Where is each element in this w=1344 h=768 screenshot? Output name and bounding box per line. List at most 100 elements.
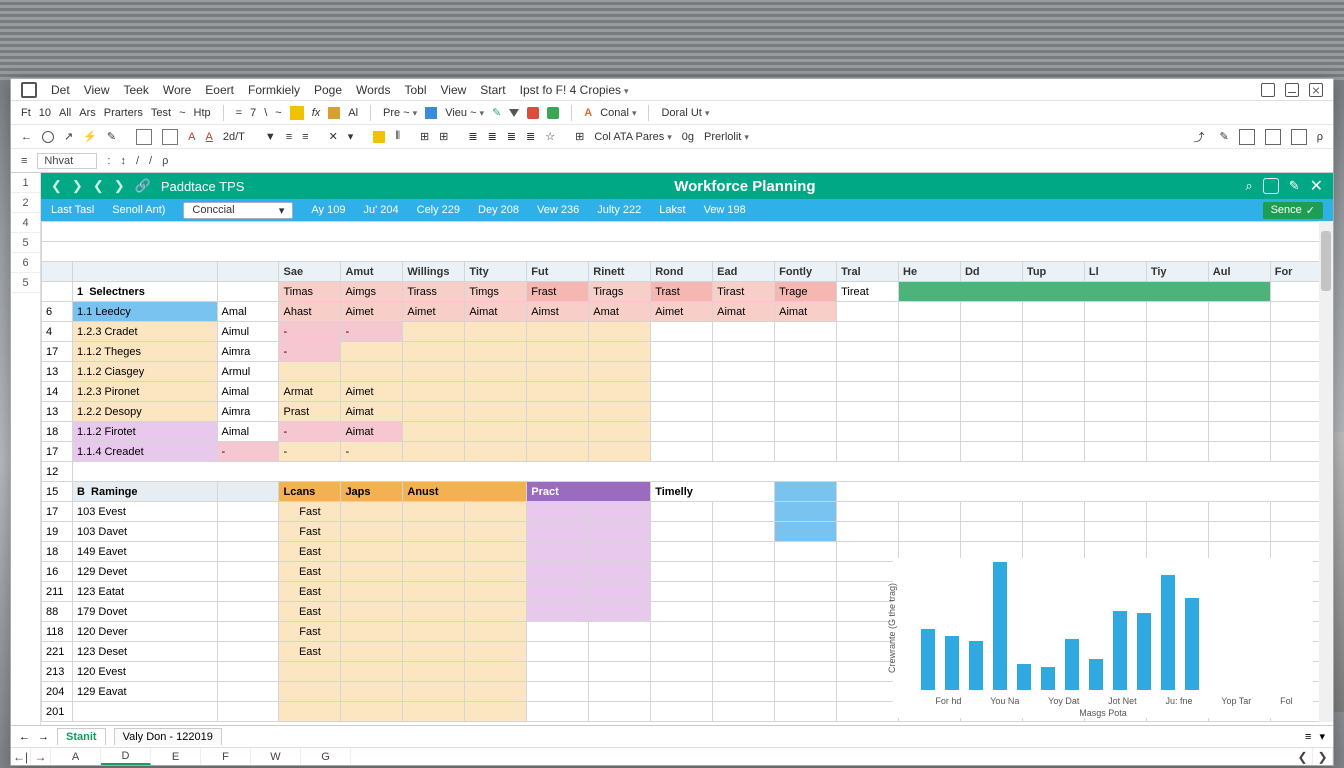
menu-formkiely[interactable]: Formkiely: [248, 83, 300, 97]
ribbon-doral[interactable]: Doral Ut: [661, 107, 709, 119]
fb-btn-1[interactable]: ↕: [120, 155, 126, 167]
highlight-icon[interactable]: [290, 106, 304, 120]
nav-back-icon[interactable]: ←: [21, 131, 32, 143]
ribbon-prarters[interactable]: Prarters: [104, 107, 143, 119]
table-row[interactable]: 181.1.2 FirotetAimal-Aimat: [42, 422, 1333, 442]
ribbon-ars[interactable]: Ars: [79, 107, 96, 119]
menu-words[interactable]: Words: [356, 83, 390, 97]
ribbon-prerlolit[interactable]: Prerlolit: [704, 131, 749, 143]
ribbon-al[interactable]: Al: [348, 107, 358, 119]
nav-first-icon[interactable]: ❮: [51, 178, 62, 194]
fb-btn-3[interactable]: /: [149, 155, 152, 167]
window-minimize-icon[interactable]: [1285, 83, 1299, 97]
link-icon[interactable]: [425, 107, 437, 119]
ribbon-conal[interactable]: Conal: [600, 107, 636, 119]
menu-poge[interactable]: Poge: [314, 83, 342, 97]
paste-icon[interactable]: [328, 107, 340, 119]
vertical-scrollbar[interactable]: [1319, 221, 1333, 722]
dropdown-icon[interactable]: [509, 109, 519, 117]
last-task-label[interactable]: Last Tasl: [51, 204, 94, 216]
nav-home-icon[interactable]: [42, 131, 54, 143]
ribbon-ft[interactable]: Ft: [21, 107, 31, 119]
menu-det[interactable]: Det: [51, 83, 70, 97]
col-next-icon[interactable]: →: [31, 748, 51, 765]
ribbon-col-ata[interactable]: Col ATA Pares: [594, 131, 671, 143]
note-icon[interactable]: [373, 131, 385, 143]
pencil-icon[interactable]: ✎: [1220, 130, 1229, 143]
name-box[interactable]: Nhvat: [37, 153, 97, 169]
period-7[interactable]: Vew 198: [704, 204, 746, 216]
ribbon-all[interactable]: All: [59, 107, 71, 119]
tab-prev-icon[interactable]: ←: [19, 731, 30, 743]
list-icon[interactable]: [1291, 129, 1307, 145]
ribbon-eq[interactable]: =: [236, 107, 242, 119]
ribbon-fx[interactable]: fx: [312, 107, 321, 119]
border-icon[interactable]: [162, 129, 178, 145]
menu-start[interactable]: Start: [480, 83, 505, 97]
ribbon-og[interactable]: 0g: [682, 131, 694, 143]
ribbon-size[interactable]: 10: [39, 107, 51, 119]
fb-btn-2[interactable]: /: [136, 155, 139, 167]
scroll-label[interactable]: Senoll Ant): [112, 204, 165, 216]
ribbon-test[interactable]: Test: [151, 107, 171, 119]
save-button[interactable]: Sence✓: [1263, 202, 1323, 219]
period-2[interactable]: Cely 229: [417, 204, 460, 216]
menu-cropies[interactable]: Ipst fo F! 4 Cropies: [520, 83, 629, 97]
table-row[interactable]: 61.1 LeedcyAmalAhastAimetAimetAimatAimst…: [42, 302, 1333, 322]
table-row[interactable]: 17103 Evest Fast: [42, 502, 1333, 522]
period-4[interactable]: Vew 236: [537, 204, 579, 216]
period-1[interactable]: Ju' 204: [363, 204, 398, 216]
table-row[interactable]: 19103 Davet Fast: [42, 522, 1333, 542]
nav-edit-icon[interactable]: ✎: [107, 130, 116, 143]
ribbon-pre[interactable]: Pre ~: [383, 107, 417, 119]
view-dropdown[interactable]: Conccial▾: [183, 202, 293, 219]
layout-icon[interactable]: [1239, 129, 1255, 145]
period-3[interactable]: Dey 208: [478, 204, 519, 216]
menu-tobl[interactable]: Tobl: [404, 83, 426, 97]
fill-icon[interactable]: [136, 129, 152, 145]
copy-icon[interactable]: [1263, 178, 1279, 194]
col-prev-icon[interactable]: ←|: [11, 748, 31, 765]
window-restore-icon[interactable]: [1261, 83, 1275, 97]
menu-view[interactable]: View: [84, 83, 110, 97]
sheet-tab-2[interactable]: Valy Don - 122019: [114, 728, 222, 745]
ribbon-vieu[interactable]: Vieu ~: [445, 107, 484, 119]
table-row[interactable]: 141.2.3 PironetAimalArmatAimet: [42, 382, 1333, 402]
period-6[interactable]: Lakst: [659, 204, 685, 216]
ribbon-slash[interactable]: \: [264, 107, 267, 119]
menu-view2[interactable]: View: [441, 83, 467, 97]
period-0[interactable]: Ay 109: [311, 204, 345, 216]
menu-wore[interactable]: Wore: [163, 83, 191, 97]
period-5[interactable]: Julty 222: [597, 204, 641, 216]
sheet-tab-active[interactable]: Stanit: [57, 728, 106, 745]
table-row[interactable]: 171.1.2 ThegesAimra-: [42, 342, 1333, 362]
spreadsheet-grid[interactable]: SaeAmutWillingsTity FutRinettRondEad Fon…: [41, 221, 1333, 722]
table-row[interactable]: 41.2.3 CradetAimul--: [42, 322, 1333, 342]
tab-next-icon[interactable]: →: [38, 731, 49, 743]
ribbon-2dt[interactable]: 2d/T: [223, 131, 245, 143]
nav-compass-icon[interactable]: ↗: [64, 130, 73, 143]
grid-icon[interactable]: [1265, 129, 1281, 145]
nav-prev-icon[interactable]: ❯: [72, 178, 83, 194]
table-row[interactable]: 131.2.2 DesopyAimraPrastAimat: [42, 402, 1333, 422]
nav-prev2-icon[interactable]: ❮: [93, 178, 104, 194]
ribbon-tilde2[interactable]: ~: [275, 107, 281, 119]
ribbon-7[interactable]: 7: [250, 107, 256, 119]
menu-eoert[interactable]: Eoert: [205, 83, 234, 97]
search-icon[interactable]: ρ: [1317, 131, 1323, 143]
table-row[interactable]: 131.1.2 CiasgeyArmul: [42, 362, 1333, 382]
window-close-icon[interactable]: [1309, 83, 1323, 97]
go-icon[interactable]: [547, 107, 559, 119]
search-icon[interactable]: ⌕: [1245, 178, 1252, 194]
table-row[interactable]: 171.1.4 Creadet---: [42, 442, 1333, 462]
stop-icon[interactable]: [527, 107, 539, 119]
fb-btn-4[interactable]: ρ: [162, 155, 168, 167]
nav-next-icon[interactable]: ❯: [114, 178, 125, 194]
panel-close-icon[interactable]: ✕: [1310, 176, 1323, 196]
menu-teek[interactable]: Teek: [123, 83, 148, 97]
share-icon[interactable]: ⤴: [1194, 129, 1210, 145]
ribbon-htp[interactable]: Htp: [194, 107, 211, 119]
edit-icon[interactable]: ✎: [1289, 178, 1300, 194]
tabs-menu-icon[interactable]: ≡: [1305, 731, 1311, 743]
nav-flash-icon[interactable]: ⚡: [83, 130, 97, 143]
